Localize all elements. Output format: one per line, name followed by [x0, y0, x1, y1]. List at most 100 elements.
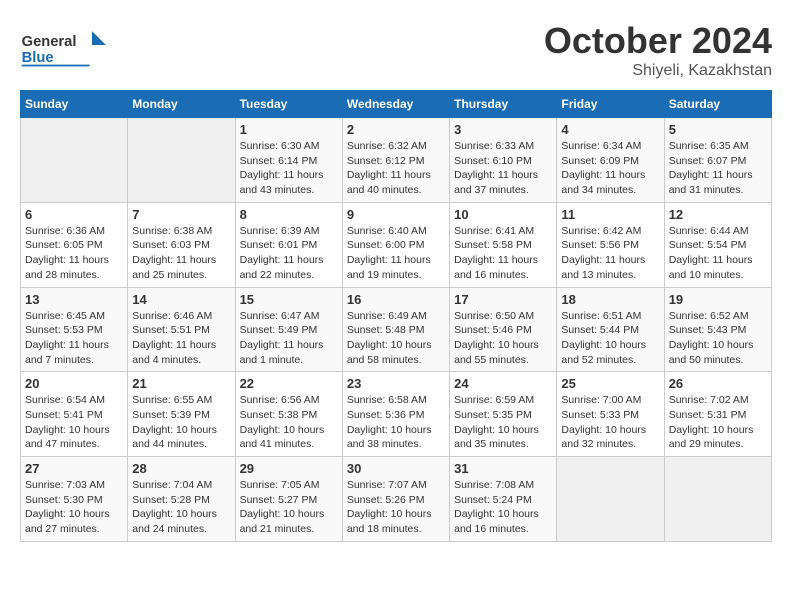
day-info: Sunrise: 6:30 AMSunset: 6:14 PMDaylight:…: [240, 139, 338, 198]
day-info: Sunrise: 6:38 AMSunset: 6:03 PMDaylight:…: [132, 224, 230, 283]
calendar-cell: 1 Sunrise: 6:30 AMSunset: 6:14 PMDaylight…: [235, 118, 342, 203]
day-info: Sunrise: 7:00 AMSunset: 5:33 PMDaylight:…: [561, 393, 659, 452]
weekday-header-thursday: Thursday: [450, 91, 557, 118]
day-number: 15: [240, 292, 338, 307]
month-title: October 2024: [544, 20, 772, 62]
day-number: 27: [25, 461, 123, 476]
calendar-cell: 14 Sunrise: 6:46 AMSunset: 5:51 PMDayligh…: [128, 287, 235, 372]
weekday-header-friday: Friday: [557, 91, 664, 118]
weekday-header-wednesday: Wednesday: [342, 91, 449, 118]
calendar-cell: 16 Sunrise: 6:49 AMSunset: 5:48 PMDayligh…: [342, 287, 449, 372]
day-number: 24: [454, 376, 552, 391]
calendar-cell: 28 Sunrise: 7:04 AMSunset: 5:28 PMDayligh…: [128, 457, 235, 542]
day-number: 16: [347, 292, 445, 307]
day-info: Sunrise: 6:59 AMSunset: 5:35 PMDaylight:…: [454, 393, 552, 452]
day-info: Sunrise: 6:54 AMSunset: 5:41 PMDaylight:…: [25, 393, 123, 452]
calendar-cell: 21 Sunrise: 6:55 AMSunset: 5:39 PMDayligh…: [128, 372, 235, 457]
day-info: Sunrise: 6:55 AMSunset: 5:39 PMDaylight:…: [132, 393, 230, 452]
week-row-1: 1 Sunrise: 6:30 AMSunset: 6:14 PMDaylight…: [21, 118, 772, 203]
calendar-cell: 2Sunrise: 6:32 AMSunset: 6:12 PMDaylight…: [342, 118, 449, 203]
day-number: 20: [25, 376, 123, 391]
calendar-cell: [128, 118, 235, 203]
day-number: 31: [454, 461, 552, 476]
day-number: 4: [561, 122, 659, 137]
day-number: 17: [454, 292, 552, 307]
calendar-cell: 3 Sunrise: 6:33 AMSunset: 6:10 PMDaylight…: [450, 118, 557, 203]
day-info: Sunrise: 6:45 AMSunset: 5:53 PMDaylight:…: [25, 309, 123, 368]
day-info: Sunrise: 6:51 AMSunset: 5:44 PMDaylight:…: [561, 309, 659, 368]
day-number: 23: [347, 376, 445, 391]
logo-image: General Blue: [20, 20, 110, 75]
calendar-cell: 17 Sunrise: 6:50 AMSunset: 5:46 PMDayligh…: [450, 287, 557, 372]
day-info: Sunrise: 6:39 AMSunset: 6:01 PMDaylight:…: [240, 224, 338, 283]
day-info: Sunrise: 6:49 AMSunset: 5:48 PMDaylight:…: [347, 309, 445, 368]
svg-text:General: General: [22, 34, 77, 50]
week-row-5: 27 Sunrise: 7:03 AMSunset: 5:30 PMDayligh…: [21, 457, 772, 542]
day-number: 3: [454, 122, 552, 137]
logo: General Blue: [20, 20, 110, 75]
day-info: Sunrise: 6:47 AMSunset: 5:49 PMDaylight:…: [240, 309, 338, 368]
calendar-cell: 24 Sunrise: 6:59 AMSunset: 5:35 PMDayligh…: [450, 372, 557, 457]
day-info: Sunrise: 6:34 AMSunset: 6:09 PMDaylight:…: [561, 139, 659, 198]
day-info: Sunrise: 6:58 AMSunset: 5:36 PMDaylight:…: [347, 393, 445, 452]
day-info: Sunrise: 7:02 AMSunset: 5:31 PMDaylight:…: [669, 393, 767, 452]
day-number: 11: [561, 207, 659, 222]
calendar-cell: [664, 457, 771, 542]
calendar-cell: 6Sunrise: 6:36 AMSunset: 6:05 PMDaylight…: [21, 202, 128, 287]
calendar-cell: 26 Sunrise: 7:02 AMSunset: 5:31 PMDayligh…: [664, 372, 771, 457]
day-number: 28: [132, 461, 230, 476]
day-info: Sunrise: 7:08 AMSunset: 5:24 PMDaylight:…: [454, 478, 552, 537]
day-info: Sunrise: 6:33 AMSunset: 6:10 PMDaylight:…: [454, 139, 552, 198]
calendar-cell: 31 Sunrise: 7:08 AMSunset: 5:24 PMDayligh…: [450, 457, 557, 542]
calendar-cell: 23 Sunrise: 6:58 AMSunset: 5:36 PMDayligh…: [342, 372, 449, 457]
day-number: 14: [132, 292, 230, 307]
weekday-header-sunday: Sunday: [21, 91, 128, 118]
calendar-cell: 29Sunrise: 7:05 AMSunset: 5:27 PMDayligh…: [235, 457, 342, 542]
day-number: 5: [669, 122, 767, 137]
day-number: 30: [347, 461, 445, 476]
week-row-3: 13 Sunrise: 6:45 AMSunset: 5:53 PMDayligh…: [21, 287, 772, 372]
day-number: 13: [25, 292, 123, 307]
location-title: Shiyeli, Kazakhstan: [544, 62, 772, 80]
title-block: October 2024 Shiyeli, Kazakhstan: [544, 20, 772, 80]
day-number: 25: [561, 376, 659, 391]
day-info: Sunrise: 6:56 AMSunset: 5:38 PMDaylight:…: [240, 393, 338, 452]
calendar-table: SundayMondayTuesdayWednesdayThursdayFrid…: [20, 90, 772, 542]
calendar-cell: 12Sunrise: 6:44 AMSunset: 5:54 PMDayligh…: [664, 202, 771, 287]
day-number: 26: [669, 376, 767, 391]
day-info: Sunrise: 7:03 AMSunset: 5:30 PMDaylight:…: [25, 478, 123, 537]
calendar-cell: 11 Sunrise: 6:42 AMSunset: 5:56 PMDayligh…: [557, 202, 664, 287]
calendar-cell: 27 Sunrise: 7:03 AMSunset: 5:30 PMDayligh…: [21, 457, 128, 542]
calendar-cell: 10 Sunrise: 6:41 AMSunset: 5:58 PMDayligh…: [450, 202, 557, 287]
day-info: Sunrise: 6:50 AMSunset: 5:46 PMDaylight:…: [454, 309, 552, 368]
page-header: General Blue October 2024 Shiyeli, Kazak…: [20, 20, 772, 80]
weekday-header-saturday: Saturday: [664, 91, 771, 118]
day-info: Sunrise: 7:04 AMSunset: 5:28 PMDaylight:…: [132, 478, 230, 537]
day-info: Sunrise: 6:42 AMSunset: 5:56 PMDaylight:…: [561, 224, 659, 283]
day-info: Sunrise: 6:46 AMSunset: 5:51 PMDaylight:…: [132, 309, 230, 368]
svg-text:Blue: Blue: [22, 50, 54, 66]
calendar-cell: 25 Sunrise: 7:00 AMSunset: 5:33 PMDayligh…: [557, 372, 664, 457]
weekday-header-monday: Monday: [128, 91, 235, 118]
week-row-4: 20 Sunrise: 6:54 AMSunset: 5:41 PMDayligh…: [21, 372, 772, 457]
calendar-cell: 4 Sunrise: 6:34 AMSunset: 6:09 PMDaylight…: [557, 118, 664, 203]
day-number: 10: [454, 207, 552, 222]
weekday-header-row: SundayMondayTuesdayWednesdayThursdayFrid…: [21, 91, 772, 118]
day-info: Sunrise: 7:07 AMSunset: 5:26 PMDaylight:…: [347, 478, 445, 537]
day-info: Sunrise: 6:52 AMSunset: 5:43 PMDaylight:…: [669, 309, 767, 368]
calendar-cell: 5 Sunrise: 6:35 AMSunset: 6:07 PMDaylight…: [664, 118, 771, 203]
week-row-2: 6Sunrise: 6:36 AMSunset: 6:05 PMDaylight…: [21, 202, 772, 287]
day-number: 18: [561, 292, 659, 307]
day-number: 21: [132, 376, 230, 391]
calendar-cell: 20 Sunrise: 6:54 AMSunset: 5:41 PMDayligh…: [21, 372, 128, 457]
day-info: Sunrise: 6:35 AMSunset: 6:07 PMDaylight:…: [669, 139, 767, 198]
day-info: Sunrise: 6:41 AMSunset: 5:58 PMDaylight:…: [454, 224, 552, 283]
day-number: 2: [347, 122, 445, 137]
day-number: 1: [240, 122, 338, 137]
day-number: 8: [240, 207, 338, 222]
calendar-cell: 13 Sunrise: 6:45 AMSunset: 5:53 PMDayligh…: [21, 287, 128, 372]
calendar-cell: 19Sunrise: 6:52 AMSunset: 5:43 PMDayligh…: [664, 287, 771, 372]
day-info: Sunrise: 6:40 AMSunset: 6:00 PMDaylight:…: [347, 224, 445, 283]
calendar-cell: 9Sunrise: 6:40 AMSunset: 6:00 PMDaylight…: [342, 202, 449, 287]
calendar-cell: 30 Sunrise: 7:07 AMSunset: 5:26 PMDayligh…: [342, 457, 449, 542]
